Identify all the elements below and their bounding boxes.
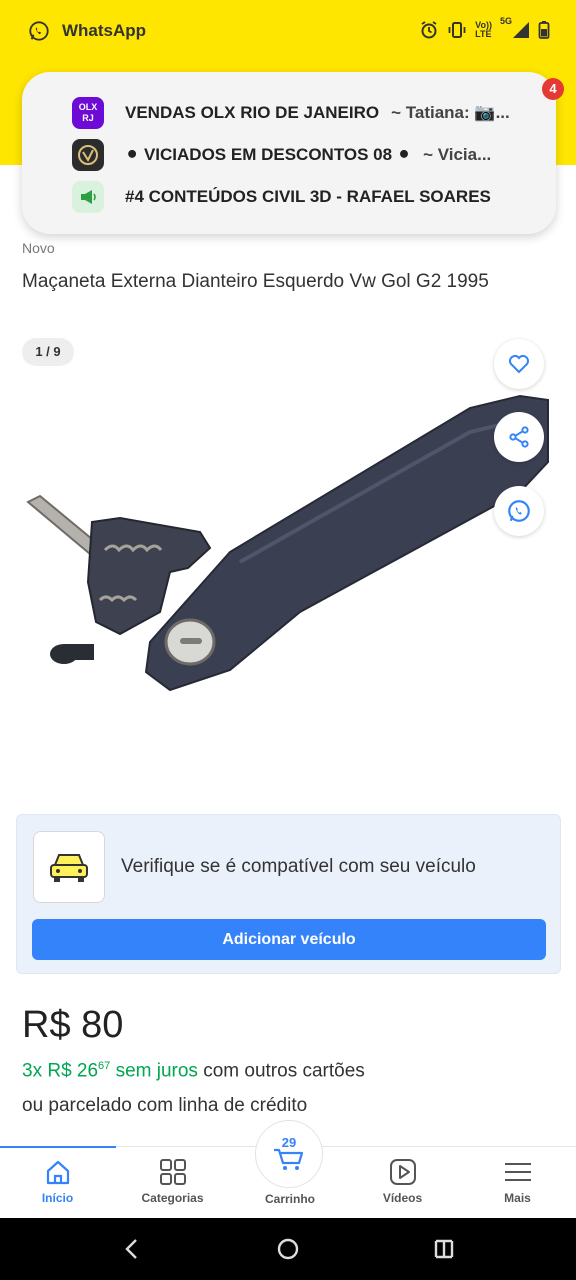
notification-snippet: ~ Tatiana: 📷... [391, 103, 510, 122]
notification-row[interactable]: #4 CONTEÚDOS CIVIL 3D - RAFAEL SOARES [72, 180, 542, 214]
nav-label-carrinho: Carrinho [264, 1192, 315, 1206]
favorite-button[interactable] [494, 339, 544, 389]
price: R$ 80 [22, 1004, 124, 1046]
installment-amount: 3x R$ 26 [22, 1060, 99, 1082]
installment-interest: sem juros [110, 1060, 198, 1082]
nav-item-carrinho[interactable]: 29 [255, 1120, 323, 1188]
whatsapp-icon [508, 500, 530, 522]
installment-cents: 67 [98, 1060, 111, 1072]
notification-count-badge: 4 [542, 78, 564, 100]
image-counter: 1 / 9 [22, 338, 74, 366]
nav-label: Mais [504, 1191, 531, 1205]
notification-title: ⚫ VICIADOS EM DESCONTOS 08 ⚫ [125, 145, 412, 164]
recents-icon[interactable] [432, 1237, 456, 1261]
car-icon-box [33, 831, 105, 903]
nav-label: Início [41, 1191, 74, 1205]
back-icon[interactable] [122, 1237, 142, 1261]
cart-icon [274, 1148, 304, 1170]
home-circle-icon[interactable] [276, 1237, 300, 1261]
video-play-icon [390, 1159, 416, 1185]
menu-icon [505, 1163, 531, 1181]
whatsapp-icon [29, 21, 49, 41]
notification-title: VENDAS OLX RIO DE JANEIRO [125, 103, 380, 122]
share-icon [509, 426, 529, 448]
signal-icon [513, 22, 529, 38]
whatsapp-share-button[interactable] [494, 486, 544, 536]
notification-title: #4 CONTEÚDOS CIVIL 3D - RAFAEL SOARES [125, 187, 491, 206]
olx-rj-group-icon: OLX RJ [72, 97, 104, 129]
whatsapp-notification-popup[interactable]: OLX RJ VENDAS OLX RIO DE JANEIRO ~ Tatia… [22, 72, 556, 234]
nav-item-videos[interactable]: Vídeos [345, 1147, 460, 1219]
product-title: Maçaneta Externa Dianteiro Esquerdo Vw G… [22, 271, 489, 292]
installments: 3x R$ 2667 sem juros com outros cartões [22, 1060, 365, 1082]
signal-group: 5G [500, 17, 530, 39]
viciados-group-icon [72, 139, 104, 171]
signal-label: 5G [499, 16, 512, 26]
notification-snippet: ~ Vicia... [423, 145, 492, 164]
credit-line-text: ou parcelado com linha de crédito [22, 1095, 308, 1116]
battery-icon [538, 21, 550, 39]
system-nav-bar [0, 1218, 576, 1280]
product-condition: Novo [22, 240, 55, 256]
network-type: Vo)) LTE [475, 20, 492, 39]
compatibility-card: Verifique se é compatível com seu veícul… [16, 814, 561, 974]
notification-row[interactable]: OLX RJ VENDAS OLX RIO DE JANEIRO ~ Tatia… [72, 96, 542, 130]
alarm-icon [421, 21, 437, 39]
vibrate-icon [448, 22, 466, 38]
compatibility-text: Verifique se é compatível com seu veícul… [121, 856, 476, 877]
home-icon [46, 1160, 70, 1185]
car-icon [50, 854, 88, 882]
status-bar: WhatsApp Vo)) LTE 5G [0, 0, 576, 64]
system-icons: Vo)) LTE 5G [419, 17, 550, 40]
nav-item-categorias[interactable]: Categorias [115, 1147, 230, 1219]
megaphone-icon [72, 181, 104, 213]
heart-icon [509, 355, 529, 374]
group-logo-icon [78, 145, 98, 165]
notification-app-name: WhatsApp [62, 21, 147, 40]
product-photo[interactable] [0, 372, 576, 772]
nav-label: Vídeos [382, 1191, 423, 1205]
notification-row[interactable]: ⚫ VICIADOS EM DESCONTOS 08 ⚫ ~ Vicia... [72, 138, 542, 172]
nav-item-inicio[interactable]: Início [0, 1147, 115, 1219]
nav-item-mais[interactable]: Mais [460, 1147, 575, 1219]
installment-rest: com outros cartões [197, 1060, 365, 1082]
add-vehicle-button[interactable]: Adicionar veículo [32, 919, 546, 960]
nav-label: Categorias [141, 1191, 204, 1205]
group-icon-text: OLX RJ [78, 102, 98, 123]
categories-icon [160, 1159, 186, 1185]
share-button[interactable] [494, 412, 544, 462]
